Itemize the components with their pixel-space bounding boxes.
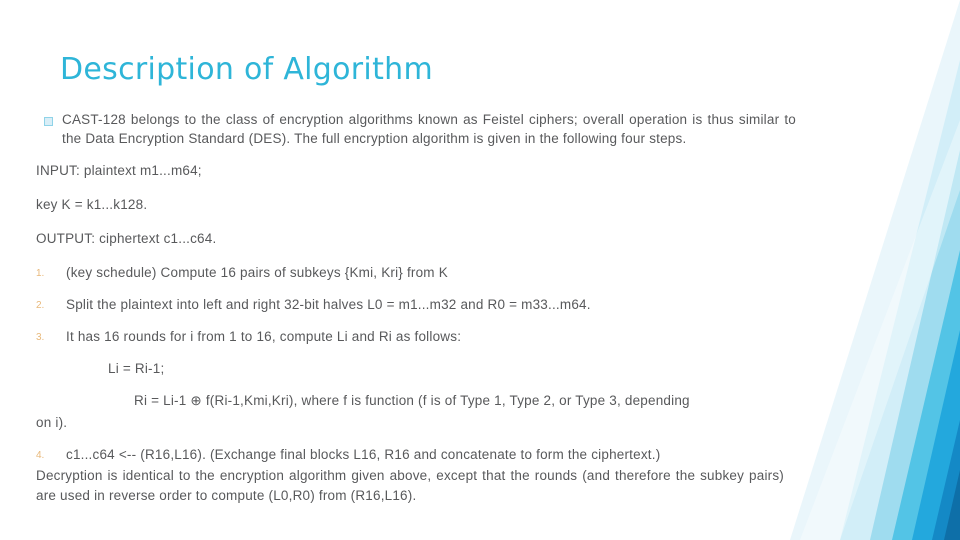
- step-2: 2. Split the plaintext into left and rig…: [36, 296, 796, 314]
- step-2-text: Split the plaintext into left and right …: [66, 297, 591, 312]
- step-1-text: (key schedule) Compute 16 pairs of subke…: [66, 265, 448, 280]
- step-4-number: 4.: [36, 450, 45, 461]
- formula-ri: Ri = Li-1 ⊕ f(Ri-1,Kmi,Kri), where f is …: [134, 393, 690, 408]
- slide: Description of Algorithm CAST-128 belong…: [0, 0, 960, 540]
- step-2-number: 2.: [36, 300, 45, 311]
- input-line: INPUT: plaintext m1...m64;: [36, 163, 202, 178]
- step-4-text: c1...c64 <-- (R16,L16). (Exchange final …: [66, 447, 661, 462]
- step-3-text: It has 16 rounds for i from 1 to 16, com…: [66, 329, 462, 344]
- output-line: OUTPUT: ciphertext c1...c64.: [36, 231, 217, 246]
- formula-ri-continued: on i).: [36, 415, 68, 430]
- square-bullet-icon: [36, 110, 62, 131]
- key-line: key K = k1...k128.: [36, 197, 148, 212]
- decryption-note: Decryption is identical to the encryptio…: [36, 468, 784, 503]
- step-1-number: 1.: [36, 268, 45, 279]
- step-4: 4. c1...c64 <-- (R16,L16). (Exchange fin…: [36, 446, 796, 464]
- page-title: Description of Algorithm: [60, 52, 433, 87]
- slide-body: CAST-128 belongs to the class of encrypt…: [36, 110, 796, 478]
- step-3: 3. It has 16 rounds for i from 1 to 16, …: [36, 328, 796, 346]
- step-1: 1. (key schedule) Compute 16 pairs of su…: [36, 264, 796, 282]
- formula-li: Li = Ri-1;: [108, 361, 165, 376]
- bullet-item: CAST-128 belongs to the class of encrypt…: [36, 110, 796, 148]
- step-3-number: 3.: [36, 332, 45, 343]
- bullet-item-text: CAST-128 belongs to the class of encrypt…: [62, 112, 796, 146]
